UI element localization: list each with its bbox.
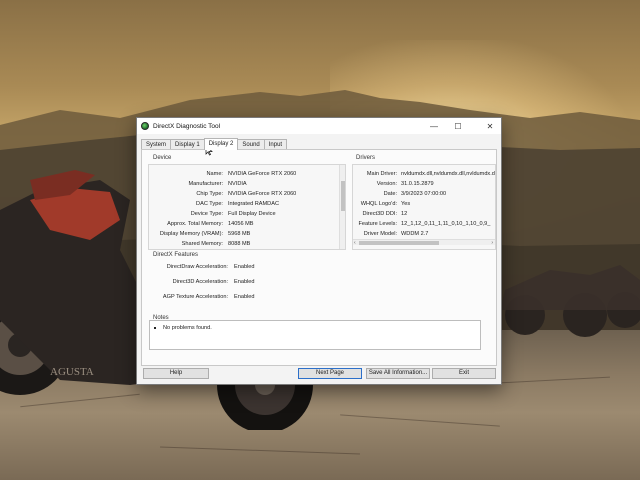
feature-row: AGP Texture Acceleration: Enabled xyxy=(148,292,496,302)
driver-row: Date: 3/9/2023 07:00:00 xyxy=(353,189,495,199)
device-value: NVIDIA GeForce RTX 2060 xyxy=(228,171,297,177)
driver-label: Driver Model: xyxy=(363,231,397,237)
device-label: DAC Type: xyxy=(196,201,223,207)
device-row: Name: NVIDIA GeForce RTX 2060 xyxy=(149,169,345,179)
drivers-info-box: Main Driver: nvldumdx.dll,nvldumdx.dll,nv… xyxy=(352,164,496,250)
device-row: DAC Type: Integrated RAMDAC xyxy=(149,199,345,209)
directx-diagnostic-window: DirectX Diagnostic Tool — ☐ ✕ System Dis… xyxy=(136,117,502,385)
driver-value: nvldumdx.dll,nvldumdx.dll,nvldumdx.dll,n… xyxy=(401,171,495,177)
device-scroll-thumb[interactable] xyxy=(341,181,345,211)
device-value: 8088 MB xyxy=(228,241,251,247)
close-icon[interactable]: ✕ xyxy=(479,118,501,134)
device-row: Shared Memory: 8088 MB xyxy=(149,239,345,249)
driver-label: Direct3D DDI: xyxy=(362,211,398,217)
scroll-right-icon[interactable]: › xyxy=(491,240,493,246)
device-value: NVIDIA xyxy=(228,181,247,187)
motorcycle-badge-text: AGUSTA xyxy=(50,366,94,378)
device-value: NVIDIA GeForce RTX 2060 xyxy=(228,191,297,197)
window-title: DirectX Diagnostic Tool xyxy=(153,122,221,130)
driver-label: Feature Levels: xyxy=(358,221,397,227)
device-scrollbar[interactable] xyxy=(339,165,345,249)
feature-label: DirectDraw Acceleration: xyxy=(166,264,228,270)
driver-row: WHQL Logo'd: Yes xyxy=(353,199,495,209)
driver-value: WDDM 2.7 xyxy=(401,231,429,237)
drivers-horizontal-scrollbar[interactable] xyxy=(353,239,495,245)
device-label: Name: xyxy=(206,171,223,177)
scroll-left-icon[interactable]: ‹ xyxy=(354,240,356,246)
driver-value: 12_1,12_0,11_1,11_0,10_1,10_0,9_ xyxy=(401,221,491,227)
save-all-information-button[interactable]: Save All Information... xyxy=(366,368,430,379)
device-group-title: Device xyxy=(153,155,172,161)
device-row: Manufacturer: NVIDIA xyxy=(149,179,345,189)
driver-value: 31.0.15.2879 xyxy=(401,181,434,187)
feature-value: Enabled xyxy=(234,294,255,300)
maximize-icon[interactable]: ☐ xyxy=(447,118,469,134)
device-value: 14056 MB xyxy=(228,221,254,227)
drivers-scroll-thumb[interactable] xyxy=(359,241,439,245)
feature-row: Direct3D Acceleration: Enabled xyxy=(148,277,496,287)
feature-value: Enabled xyxy=(234,264,255,270)
next-page-button[interactable]: Next Page xyxy=(298,368,362,379)
feature-label: AGP Texture Acceleration: xyxy=(162,294,228,300)
drivers-group-title: Drivers xyxy=(356,155,375,161)
feature-label: Direct3D Acceleration: xyxy=(172,279,228,285)
device-info-box: Name: NVIDIA GeForce RTX 2060 Manufacture… xyxy=(148,164,346,250)
feature-row: DirectDraw Acceleration: Enabled xyxy=(148,262,496,272)
driver-row: Feature Levels: 12_1,12_0,11_1,11_0,10_1,… xyxy=(353,219,495,229)
device-row: Display Memory (VRAM): 5968 MB xyxy=(149,229,345,239)
features-group-title: DirectX Features xyxy=(153,252,199,258)
device-label: Shared Memory: xyxy=(181,241,223,247)
help-button[interactable]: Help xyxy=(143,368,209,379)
directx-app-icon xyxy=(141,122,149,130)
note-item: No problems found. xyxy=(154,325,212,331)
device-label: Manufacturer: xyxy=(188,181,223,187)
device-label: Device Type: xyxy=(190,211,223,217)
device-value: Integrated RAMDAC xyxy=(228,201,279,207)
driver-label: WHQL Logo'd: xyxy=(360,201,397,207)
notes-box[interactable]: No problems found. xyxy=(149,320,481,350)
note-text: No problems found. xyxy=(163,325,212,331)
driver-label: Date: xyxy=(383,191,397,197)
bullet-icon xyxy=(154,326,156,329)
device-label: Display Memory (VRAM): xyxy=(159,231,223,237)
driver-row: Main Driver: nvldumdx.dll,nvldumdx.dll,nv… xyxy=(353,169,495,179)
device-label: Approx. Total Memory: xyxy=(167,221,223,227)
background-motorcycles xyxy=(500,265,640,337)
driver-value: Yes xyxy=(401,201,411,207)
device-row: Chip Type: NVIDIA GeForce RTX 2060 xyxy=(149,189,345,199)
driver-row: Version: 31.0.15.2879 xyxy=(353,179,495,189)
driver-label: Version: xyxy=(376,181,397,187)
title-bar[interactable]: DirectX Diagnostic Tool — ☐ ✕ xyxy=(137,118,501,134)
tab-display-2[interactable]: Display 2 xyxy=(203,138,239,150)
device-label: Chip Type: xyxy=(196,191,223,197)
driver-row: Direct3D DDI: 12 xyxy=(353,209,495,219)
driver-value: 12 xyxy=(401,211,408,217)
minimize-icon[interactable]: — xyxy=(423,118,445,134)
feature-value: Enabled xyxy=(234,279,255,285)
features-box: DirectDraw Acceleration: Enabled Direct3D… xyxy=(148,260,496,308)
exit-button[interactable]: Exit xyxy=(432,368,496,379)
device-row: Approx. Total Memory: 14056 MB xyxy=(149,219,345,229)
device-row: Device Type: Full Display Device xyxy=(149,209,345,219)
driver-value: 3/9/2023 07:00:00 xyxy=(401,191,447,197)
driver-label: Main Driver: xyxy=(366,171,397,177)
device-value: 5968 MB xyxy=(228,231,251,237)
device-value: Full Display Device xyxy=(228,211,276,217)
driver-row: Driver Model: WDDM 2.7 xyxy=(353,229,495,239)
